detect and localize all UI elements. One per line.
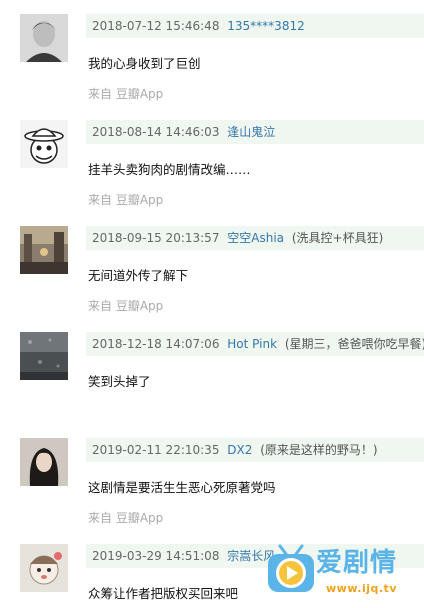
comment-meta: 2019-02-11 22:10:35 DX2 (原来是这样的野马！) xyxy=(86,438,424,462)
rainy-window-avatar-image xyxy=(20,332,68,380)
comment-user-signature: (洗具控+杯具狂) xyxy=(291,231,384,245)
city-street-avatar-image xyxy=(20,226,68,274)
comment-source: 来自 豆瓣App xyxy=(88,87,164,101)
comment-user-signature: (原来是这样的野马！) xyxy=(260,443,378,457)
comment-source: 来自 豆瓣App xyxy=(88,511,164,525)
comment-meta: 2018-09-15 20:13:57 空空Ashia (洗具控+杯具狂) xyxy=(86,226,424,250)
watermark-url: www.ijq.tv xyxy=(326,582,397,595)
person-portrait-avatar[interactable] xyxy=(20,14,68,62)
comment-username-link[interactable]: 空空Ashia xyxy=(227,231,284,245)
rainy-window-avatar[interactable] xyxy=(20,332,68,380)
comment-item: 2018-09-15 20:13:57 空空Ashia (洗具控+杯具狂) 无间… xyxy=(0,226,424,326)
comment-source: 来自 豆瓣App xyxy=(88,299,164,313)
comment-text: 挂羊头卖狗肉的剧情改编…… xyxy=(88,162,251,177)
comment-meta: 2018-08-14 14:46:03 逢山鬼泣 xyxy=(86,120,424,144)
cartoon-straw-hat-avatar[interactable] xyxy=(20,120,68,168)
comment-meta: 2018-12-18 14:07:06 Hot Pink (星期三，爸爸喂你吃早… xyxy=(86,332,424,356)
site-watermark-logo: 爱剧情 www.ijq.tv xyxy=(262,538,424,608)
tv-play-icon xyxy=(268,544,314,592)
comment-text: 无间道外传了解下 xyxy=(88,268,189,283)
comment-text: 众筹让作者把版权买回来吧 xyxy=(88,586,239,601)
comment-time: 2019-03-29 14:51:08 xyxy=(92,549,220,563)
girl-portrait-avatar[interactable] xyxy=(20,438,68,486)
comment-time: 2018-09-15 20:13:57 xyxy=(92,231,220,245)
girl-portrait-avatar-image xyxy=(20,438,68,486)
comment-meta: 2018-07-12 15:46:48 135****3812 xyxy=(86,14,424,38)
comment-source: 来自 豆瓣App xyxy=(88,193,164,207)
comment-username-link[interactable]: Hot Pink xyxy=(227,337,277,351)
comment-time: 2019-02-11 22:10:35 xyxy=(92,443,220,457)
comment-user-signature: (星期三，爸爸喂你吃早餐) xyxy=(284,337,424,351)
comment-time: 2018-08-14 14:46:03 xyxy=(92,125,220,139)
comment-item: 2018-08-14 14:46:03 逢山鬼泣 挂羊头卖狗肉的剧情改编…… 来… xyxy=(0,120,424,220)
watermark-brand: 爱剧情 xyxy=(316,548,398,578)
comment-username-link[interactable]: 135****3812 xyxy=(227,19,304,33)
comment-item: 2018-12-18 14:07:06 Hot Pink (星期三，爸爸喂你吃早… xyxy=(0,332,424,432)
comment-text: 我的心身收到了巨创 xyxy=(88,56,201,71)
comment-time: 2018-12-18 14:07:06 xyxy=(92,337,220,351)
comment-username-link[interactable]: 逢山鬼泣 xyxy=(227,125,275,139)
comment-item: 2018-07-12 15:46:48 135****3812 我的心身收到了巨… xyxy=(0,14,424,114)
comment-item: 2019-02-11 22:10:35 DX2 (原来是这样的野马！) 这剧情是… xyxy=(0,438,424,538)
cartoon-doll-avatar[interactable] xyxy=(20,544,68,592)
comment-username-link[interactable]: DX2 xyxy=(227,443,252,457)
comment-text: 这剧情是要活生生恶心死原著党吗 xyxy=(88,480,276,495)
city-street-avatar[interactable] xyxy=(20,226,68,274)
cartoon-doll-avatar-image xyxy=(20,544,68,592)
cartoon-straw-hat-avatar-image xyxy=(20,120,68,168)
comment-time: 2018-07-12 15:46:48 xyxy=(92,19,220,33)
comment-text: 笑到头掉了 xyxy=(88,374,151,389)
person-portrait-avatar-image xyxy=(20,14,68,62)
